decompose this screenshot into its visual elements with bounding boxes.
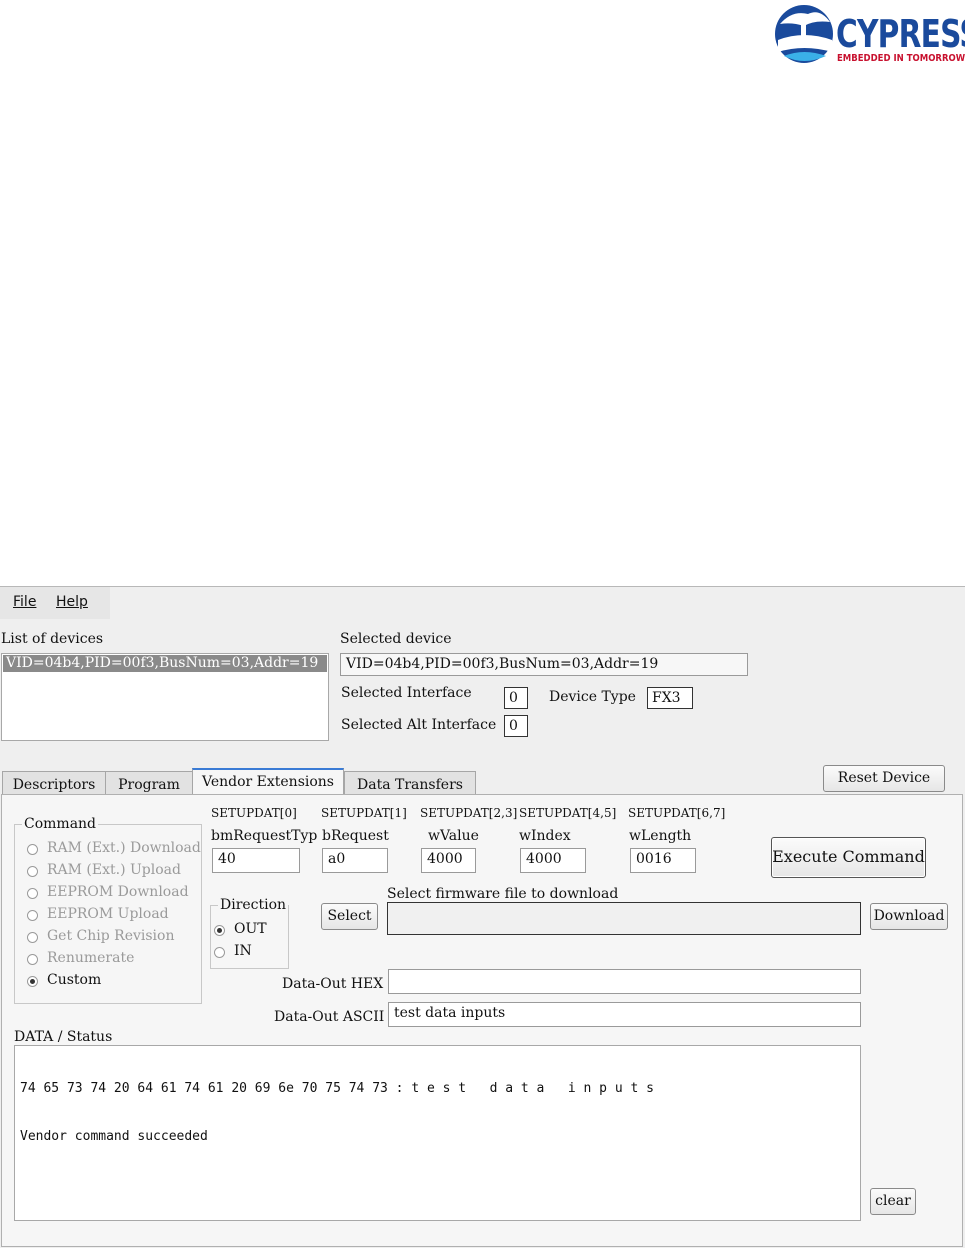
status-line: Vendor command succeeded bbox=[20, 1129, 208, 1144]
radio-label: RAM (Ext.) Download bbox=[47, 840, 201, 856]
command-group-title: Command bbox=[22, 816, 99, 832]
radio-out[interactable] bbox=[214, 925, 225, 936]
selected-interface-label: Selected Interface bbox=[341, 685, 472, 701]
reset-device-button[interactable]: Reset Device bbox=[823, 765, 945, 792]
device-list-item-selected[interactable]: VID=04b4,PID=00f3,BusNum=03,Addr=19 bbox=[3, 655, 327, 672]
radio-label: IN bbox=[234, 943, 252, 959]
execute-command-button[interactable]: Execute Command bbox=[771, 837, 926, 878]
windex-input[interactable]: 4000 bbox=[520, 848, 586, 873]
bmrequesttype-input[interactable]: 40 bbox=[212, 848, 300, 873]
radio-label: EEPROM Upload bbox=[47, 906, 169, 922]
bmrequesttype-label: bmRequestTyp bbox=[211, 828, 318, 844]
select-firmware-button[interactable]: Select bbox=[321, 903, 378, 930]
firmware-label: Select firmware file to download bbox=[387, 886, 619, 902]
device-list[interactable]: VID=04b4,PID=00f3,BusNum=03,Addr=19 bbox=[1, 653, 329, 741]
wvalue-label: wValue bbox=[428, 828, 479, 844]
setupdat-23-header: SETUPDAT[2,3] bbox=[420, 806, 518, 820]
data-out-ascii-input[interactable]: test data inputs bbox=[388, 1002, 861, 1027]
menu-bar: File Help bbox=[0, 587, 110, 619]
radio-get-chip-revision[interactable] bbox=[27, 932, 38, 943]
setupdat-67-header: SETUPDAT[6,7] bbox=[628, 806, 726, 820]
vendor-extensions-panel: Command RAM (Ext.) Download RAM (Ext.) U… bbox=[1, 794, 963, 1247]
download-button[interactable]: Download bbox=[870, 903, 948, 930]
direction-group bbox=[210, 905, 289, 969]
selected-interface-value: 0 bbox=[504, 687, 528, 709]
brand-tagline: EMBEDDED IN TOMORROW™ bbox=[837, 53, 965, 64]
data-out-ascii-label: Data-Out ASCII bbox=[274, 1009, 385, 1025]
cyusb-suite-window: File Help List of devices VID=04b4,PID=0… bbox=[0, 586, 965, 1248]
status-line: 74 65 73 74 20 64 61 74 61 20 69 6e 70 7… bbox=[20, 1081, 654, 1096]
cypress-tree-icon bbox=[775, 5, 833, 63]
data-out-hex-input[interactable] bbox=[388, 969, 861, 994]
selected-alt-interface-label: Selected Alt Interface bbox=[341, 717, 497, 733]
data-status-output[interactable]: 74 65 73 74 20 64 61 74 61 20 69 6e 70 7… bbox=[14, 1045, 861, 1221]
wvalue-input[interactable]: 4000 bbox=[421, 848, 476, 873]
radio-custom[interactable] bbox=[27, 976, 38, 987]
radio-ram-download[interactable] bbox=[27, 844, 38, 855]
tab-program[interactable]: Program bbox=[105, 771, 193, 795]
device-type-label: Device Type bbox=[549, 689, 636, 705]
selected-device-label: Selected device bbox=[340, 631, 452, 647]
setupdat-0-header: SETUPDAT[0] bbox=[211, 806, 297, 820]
brequest-label: bRequest bbox=[322, 828, 389, 844]
wlength-label: wLength bbox=[629, 828, 692, 844]
clear-button[interactable]: clear bbox=[870, 1188, 916, 1215]
data-out-hex-label: Data-Out HEX bbox=[282, 976, 384, 992]
radio-eeprom-upload[interactable] bbox=[27, 910, 38, 921]
selected-alt-interface-value: 0 bbox=[504, 715, 528, 737]
wlength-input[interactable]: 0016 bbox=[630, 848, 696, 873]
radio-label: Get Chip Revision bbox=[47, 928, 175, 944]
radio-renumerate[interactable] bbox=[27, 954, 38, 965]
tab-descriptors[interactable]: Descriptors bbox=[2, 771, 106, 795]
radio-label: EEPROM Download bbox=[47, 884, 189, 900]
device-type-value: FX3 bbox=[647, 687, 693, 709]
radio-ram-upload[interactable] bbox=[27, 866, 38, 877]
radio-label: Custom bbox=[47, 972, 102, 988]
device-list-label: List of devices bbox=[1, 631, 104, 647]
radio-label: OUT bbox=[234, 921, 267, 937]
radio-label: RAM (Ext.) Upload bbox=[47, 862, 181, 878]
data-status-label: DATA / Status bbox=[14, 1029, 113, 1045]
setupdat-45-header: SETUPDAT[4,5] bbox=[519, 806, 617, 820]
radio-label: Renumerate bbox=[47, 950, 135, 966]
menu-help[interactable]: Help bbox=[56, 594, 88, 610]
selected-device-field: VID=04b4,PID=00f3,BusNum=03,Addr=19 bbox=[340, 653, 748, 676]
brequest-input[interactable]: a0 bbox=[322, 848, 388, 873]
setupdat-1-header: SETUPDAT[1] bbox=[321, 806, 407, 820]
tab-data-transfers[interactable]: Data Transfers bbox=[344, 771, 476, 795]
brand-name: CYPRESS bbox=[836, 12, 965, 56]
tab-vendor-extensions[interactable]: Vendor Extensions bbox=[192, 768, 344, 796]
radio-eeprom-download[interactable] bbox=[27, 888, 38, 899]
windex-label: wIndex bbox=[519, 828, 571, 844]
radio-in[interactable] bbox=[214, 947, 225, 958]
firmware-path-field[interactable] bbox=[387, 902, 861, 935]
direction-group-title: Direction bbox=[218, 897, 289, 913]
cypress-logo: CYPRESS EMBEDDED IN TOMORROW™ bbox=[774, 0, 965, 70]
menu-file[interactable]: File bbox=[13, 594, 36, 610]
